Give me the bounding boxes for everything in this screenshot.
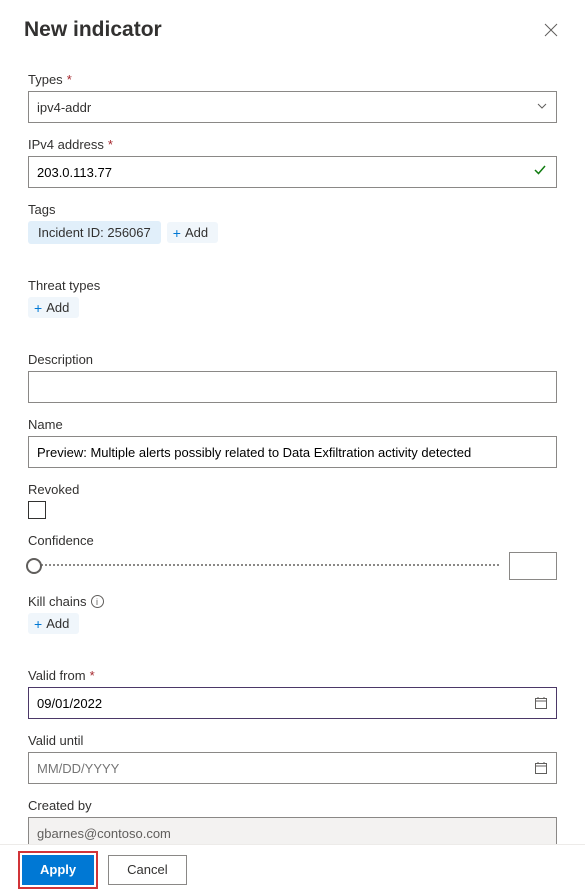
confidence-label: Confidence — [28, 533, 557, 548]
ipv4-input-wrapper — [28, 156, 557, 188]
info-icon[interactable]: i — [91, 595, 104, 608]
threat-types-label: Threat types — [28, 278, 557, 293]
calendar-icon[interactable] — [534, 696, 548, 710]
valid-from-field: Valid from * — [28, 668, 557, 719]
name-field: Name — [28, 417, 557, 468]
chevron-down-icon — [536, 100, 548, 115]
types-label: Types * — [28, 72, 557, 87]
apply-button[interactable]: Apply — [22, 855, 94, 885]
close-button[interactable] — [541, 20, 561, 40]
valid-from-input-wrapper — [28, 687, 557, 719]
slider-track-dots — [28, 564, 499, 568]
confidence-field: Confidence — [28, 533, 557, 580]
required-asterisk: * — [108, 137, 113, 152]
plus-icon: + — [34, 301, 42, 315]
panel-header: New indicator — [0, 0, 585, 52]
add-label: Add — [185, 225, 208, 240]
description-field: Description — [28, 352, 557, 403]
valid-until-field: Valid until — [28, 733, 557, 784]
ipv4-field: IPv4 address * — [28, 137, 557, 188]
description-label: Description — [28, 352, 557, 367]
confidence-value-input[interactable] — [509, 552, 557, 580]
tags-add-button[interactable]: + Add — [167, 222, 218, 243]
close-icon — [544, 23, 558, 37]
kill-chains-field: Kill chains i + Add — [28, 594, 557, 634]
revoked-field: Revoked — [28, 482, 557, 519]
tags-row: Incident ID: 256067 + Add — [28, 221, 557, 244]
ipv4-input[interactable] — [37, 157, 532, 187]
valid-until-label: Valid until — [28, 733, 557, 748]
confidence-slider-row — [28, 552, 557, 580]
panel-footer: Apply Cancel — [0, 844, 585, 894]
required-asterisk: * — [90, 668, 95, 683]
plus-icon: + — [34, 617, 42, 631]
created-by-value: gbarnes@contoso.com — [28, 817, 557, 844]
types-field: Types * ipv4-addr — [28, 72, 557, 123]
form-scroll-area[interactable]: Types * ipv4-addr IPv4 address * Tags In… — [0, 56, 585, 844]
kill-chains-row: + Add — [28, 613, 557, 634]
valid-from-input[interactable] — [37, 688, 534, 718]
tag-pill[interactable]: Incident ID: 256067 — [28, 221, 161, 244]
cancel-button[interactable]: Cancel — [108, 855, 186, 885]
threat-types-row: + Add — [28, 297, 557, 318]
plus-icon: + — [173, 226, 181, 240]
slider-thumb[interactable] — [26, 558, 42, 574]
name-label: Name — [28, 417, 557, 432]
kill-chains-add-button[interactable]: + Add — [28, 613, 79, 634]
valid-until-input[interactable] — [37, 753, 534, 783]
name-input[interactable] — [37, 437, 548, 467]
valid-from-label: Valid from * — [28, 668, 557, 683]
tags-label: Tags — [28, 202, 557, 217]
revoked-label: Revoked — [28, 482, 557, 497]
description-input[interactable] — [37, 372, 548, 402]
description-input-wrapper — [28, 371, 557, 403]
revoked-checkbox[interactable] — [28, 501, 46, 519]
apply-highlight-box: Apply — [18, 851, 98, 889]
name-input-wrapper — [28, 436, 557, 468]
add-label: Add — [46, 616, 69, 631]
tag-text: Incident ID: 256067 — [38, 225, 151, 240]
add-label: Add — [46, 300, 69, 315]
types-select[interactable]: ipv4-addr — [28, 91, 557, 123]
tags-field: Tags Incident ID: 256067 + Add — [28, 202, 557, 244]
confidence-slider[interactable] — [28, 564, 499, 568]
threat-types-field: Threat types + Add — [28, 278, 557, 318]
threat-types-add-button[interactable]: + Add — [28, 297, 79, 318]
calendar-icon[interactable] — [534, 761, 548, 775]
kill-chains-label: Kill chains i — [28, 594, 557, 609]
panel-title: New indicator — [24, 18, 162, 42]
created-by-label: Created by — [28, 798, 557, 813]
valid-until-input-wrapper — [28, 752, 557, 784]
ipv4-label: IPv4 address * — [28, 137, 557, 152]
checkmark-icon — [532, 162, 548, 183]
required-asterisk: * — [67, 72, 72, 87]
types-value: ipv4-addr — [37, 100, 91, 115]
created-by-field: Created by gbarnes@contoso.com — [28, 798, 557, 844]
